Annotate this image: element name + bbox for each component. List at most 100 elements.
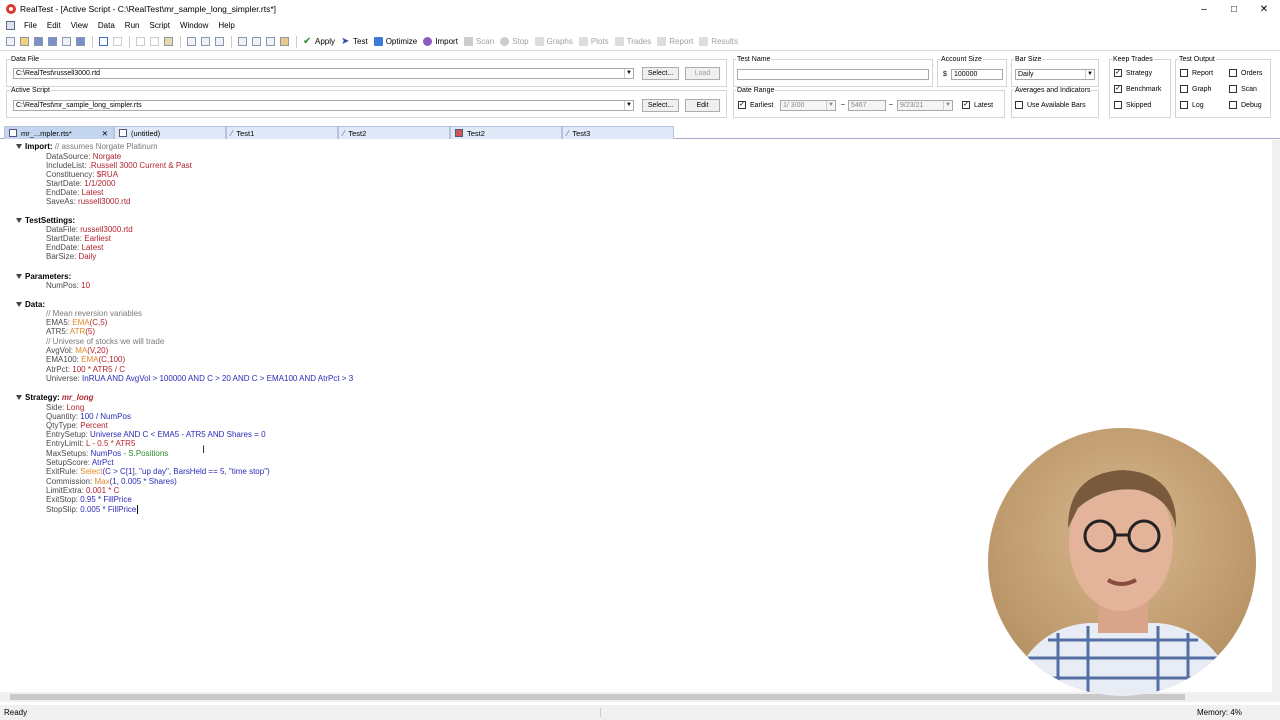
bars-input[interactable]: 5467 (848, 100, 886, 111)
scan-checkbox[interactable]: Scan (1229, 85, 1257, 93)
active-script-field[interactable]: C:\RealTest\mr_sample_long_simpler.rts ▼ (13, 100, 634, 111)
select-script-button[interactable]: Select... (642, 99, 679, 112)
graph-checkbox[interactable]: Graph (1180, 85, 1211, 93)
tab-test1[interactable]: ∕ Test1 (226, 126, 338, 139)
report-button[interactable]: Report (657, 37, 693, 46)
print-icon[interactable] (62, 37, 71, 46)
results-label: Results (711, 37, 738, 46)
chevron-down-icon[interactable]: ▼ (624, 69, 633, 78)
open-icon[interactable] (20, 37, 29, 46)
results-button[interactable]: Results (699, 37, 738, 46)
latest-checkbox[interactable]: ✓ Latest (962, 101, 993, 109)
tab-test2[interactable]: ∕ Test2 (338, 126, 450, 139)
save-all-icon[interactable] (48, 37, 57, 46)
copy-icon[interactable] (150, 37, 159, 46)
bar-size-select[interactable]: Daily ▼ (1015, 69, 1095, 80)
close-icon[interactable]: ✕ (102, 128, 108, 139)
skipped-checkbox[interactable]: Skipped (1114, 101, 1151, 109)
load-button[interactable]: Load (685, 67, 720, 80)
earliest-checkbox[interactable]: ✓ Earliest (738, 101, 773, 109)
benchmark-checkbox[interactable]: ✓ Benchmark (1114, 85, 1161, 93)
data-file-field[interactable]: C:\RealTest\russell3000.rtd ▼ (13, 68, 634, 79)
indent-icon[interactable] (238, 37, 247, 46)
data-section-header[interactable]: Data: (16, 300, 45, 309)
parameters-section-header[interactable]: Parameters: (16, 272, 71, 281)
flag-icon[interactable] (280, 37, 289, 46)
collapse-icon[interactable] (16, 274, 22, 279)
collapse-icon[interactable] (16, 218, 22, 223)
stop-button[interactable]: Stop (500, 37, 529, 46)
graphs-button[interactable]: Graphs (534, 37, 573, 46)
document-tabs: mr_...mpler.rts* ✕ (untitled) ∕ Test1 ∕ Tes… (0, 126, 1280, 139)
code-line: StartDate: 1/1/2000 (46, 179, 116, 188)
replace-icon[interactable] (201, 37, 210, 46)
section-label: Import: (25, 142, 53, 151)
import-button[interactable]: Import (423, 37, 458, 46)
use-available-bars-checkbox[interactable]: Use Available Bars (1015, 101, 1086, 109)
save-as-icon[interactable] (76, 37, 85, 46)
chevron-down-icon[interactable]: ▼ (1085, 70, 1094, 79)
bracket-icon[interactable] (266, 37, 275, 46)
strategy-checkbox[interactable]: ✓ Strategy (1114, 69, 1152, 77)
account-size-input[interactable]: 100000 (951, 69, 1003, 80)
collapse-icon[interactable] (16, 395, 22, 400)
scan-button[interactable]: Scan (463, 37, 494, 46)
menu-edit[interactable]: Edit (42, 21, 66, 30)
chevron-down-icon[interactable]: ▼ (943, 101, 952, 110)
menu-script[interactable]: Script (144, 21, 174, 30)
document-icon[interactable] (6, 20, 15, 30)
menu-view[interactable]: View (66, 21, 93, 30)
test-button[interactable]: ➤ Test (341, 37, 368, 47)
strategy-section-header[interactable]: Strategy: mr_long (16, 393, 93, 402)
menu-help[interactable]: Help (213, 21, 239, 30)
chevron-down-icon[interactable]: ▼ (624, 101, 633, 110)
minimize-button[interactable]: – (1188, 0, 1220, 18)
start-date-input[interactable]: 1/ 3/00 ▼ (780, 100, 836, 111)
optimize-button[interactable]: Optimize (373, 37, 417, 46)
menu-file[interactable]: File (19, 21, 42, 30)
apply-button[interactable]: ✔ Apply (303, 37, 335, 47)
select-data-file-button[interactable]: Select... (642, 67, 679, 80)
save-icon[interactable] (34, 37, 43, 46)
paste-icon[interactable] (164, 37, 173, 46)
checkbox-icon (1015, 101, 1023, 109)
orders-checkbox[interactable]: Orders (1229, 69, 1262, 77)
redo-icon[interactable] (113, 37, 122, 46)
close-button[interactable]: ✕ (1248, 0, 1280, 18)
test-name-input[interactable] (737, 69, 929, 80)
trades-button[interactable]: Trades (614, 37, 651, 46)
vertical-scrollbar[interactable] (1272, 140, 1280, 692)
undo-icon[interactable] (99, 37, 108, 46)
horizontal-scrollbar[interactable] (0, 692, 1280, 702)
tab-untitled[interactable]: (untitled) (114, 126, 226, 139)
plots-button[interactable]: Plots (578, 37, 609, 46)
tab-test2-stats[interactable]: Test2 (450, 126, 562, 139)
collapse-icon[interactable] (16, 144, 22, 149)
debug-checkbox[interactable]: Debug (1229, 101, 1262, 109)
collapse-icon[interactable] (16, 302, 22, 307)
outdent-icon[interactable] (252, 37, 261, 46)
format-icon[interactable] (215, 37, 224, 46)
tab-test3[interactable]: ∕ Test3 (562, 126, 674, 139)
chevron-down-icon[interactable]: ▼ (826, 101, 835, 110)
tab-script[interactable]: mr_...mpler.rts* ✕ (4, 126, 114, 139)
webcam-overlay (988, 428, 1256, 696)
testsettings-section-header[interactable]: TestSettings: (16, 216, 75, 225)
maximize-button[interactable]: □ (1218, 0, 1250, 18)
optimize-icon (373, 37, 383, 46)
log-checkbox[interactable]: Log (1180, 101, 1204, 109)
report-checkbox[interactable]: Report (1180, 69, 1213, 77)
find-icon[interactable] (187, 37, 196, 46)
end-date-input[interactable]: 9/23/21 ▼ (897, 100, 953, 111)
new-icon[interactable] (6, 37, 15, 46)
strategy-label: Strategy (1126, 69, 1153, 77)
menu-run[interactable]: Run (120, 21, 145, 30)
edit-button[interactable]: Edit (685, 99, 720, 112)
menu-data[interactable]: Data (93, 21, 120, 30)
scrollbar-thumb[interactable] (10, 694, 1185, 700)
checkbox-icon: ✓ (962, 101, 970, 109)
menu-bar: File Edit View Data Run Script Window He… (0, 18, 1280, 32)
import-section-header[interactable]: Import: // assumes Norgate Platinum (16, 142, 158, 151)
cut-icon[interactable] (136, 37, 145, 46)
menu-window[interactable]: Window (175, 21, 213, 30)
